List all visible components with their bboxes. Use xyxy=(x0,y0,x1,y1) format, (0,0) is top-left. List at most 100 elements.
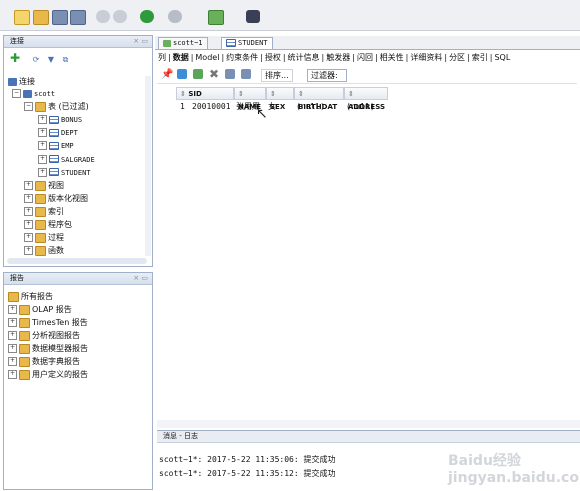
subtab-0[interactable]: 列 xyxy=(157,53,167,62)
tree-node-5[interactable]: + 函数 xyxy=(24,245,64,256)
expand-icon[interactable]: + xyxy=(8,370,17,379)
forward-icon[interactable] xyxy=(168,10,182,23)
reports-pane-header: 报告 × ▭ xyxy=(4,273,152,285)
commit-icon[interactable] xyxy=(225,69,235,79)
schema-icon[interactable]: ⧉ xyxy=(63,55,69,64)
horizontal-scrollbar[interactable] xyxy=(7,258,147,264)
rollback-icon[interactable] xyxy=(241,69,251,79)
tree-report-1[interactable]: + TimesTen 报告 xyxy=(8,317,88,328)
tree-table-bonus[interactable]: + BONUS xyxy=(38,114,82,125)
close-icon[interactable]: × ▭ xyxy=(133,273,148,284)
column-header-sid[interactable]: ⇕ SID xyxy=(176,87,234,100)
tree-node-0[interactable]: + 视图 xyxy=(24,180,64,191)
subtab-6[interactable]: 触发器 xyxy=(325,53,351,62)
row-number[interactable]: 1 xyxy=(180,101,185,112)
table-icon xyxy=(226,39,236,47)
expand-icon[interactable]: + xyxy=(24,220,33,229)
expand-icon[interactable]: + xyxy=(38,141,47,151)
tree-table-emp[interactable]: + EMP xyxy=(38,140,74,151)
tree-table-student[interactable]: + STUDENT xyxy=(38,167,91,178)
collapse-icon[interactable]: − xyxy=(12,89,21,98)
expand-icon[interactable]: + xyxy=(8,344,17,353)
find-icon[interactable] xyxy=(246,10,260,23)
subtab-10[interactable]: 分区 xyxy=(448,53,466,62)
tree-root-connections[interactable]: 连接 xyxy=(8,76,35,87)
tree-table-dept[interactable]: + DEPT xyxy=(38,127,78,138)
new-icon[interactable] xyxy=(14,10,30,25)
undo-icon[interactable] xyxy=(96,10,110,23)
expand-icon[interactable]: + xyxy=(24,246,33,255)
grid-horizontal-scrollbar[interactable] xyxy=(157,420,580,428)
subtab-4[interactable]: 授权 xyxy=(264,53,282,62)
tree-node-label: 视图 xyxy=(48,181,64,190)
expand-icon[interactable]: + xyxy=(24,207,33,216)
expand-icon[interactable]: + xyxy=(24,181,33,190)
subtab-9[interactable]: 详细资料 xyxy=(409,53,443,62)
folder-icon xyxy=(35,180,46,191)
refresh-icon[interactable]: ⟳ xyxy=(33,55,40,64)
expand-icon[interactable]: + xyxy=(8,305,17,314)
back-icon[interactable] xyxy=(140,10,154,23)
tree-table-salgrade[interactable]: + SALGRADE xyxy=(38,154,95,165)
pin-icon[interactable]: 📌 xyxy=(161,69,173,80)
sort-button[interactable]: 排序... xyxy=(261,69,293,82)
refresh-icon[interactable] xyxy=(177,69,187,79)
sql-icon[interactable] xyxy=(208,10,224,25)
save-icon[interactable] xyxy=(52,10,68,25)
tree-all-reports[interactable]: 所有报告 xyxy=(8,291,53,302)
tree-node-3[interactable]: + 程序包 xyxy=(24,219,72,230)
tab-student[interactable]: STUDENT xyxy=(221,37,273,49)
table-cell[interactable]: (null) xyxy=(346,101,375,112)
subtab-3[interactable]: 约束条件 xyxy=(225,53,259,62)
table-cell[interactable]: 20010001 xyxy=(192,101,231,112)
tree-node-2[interactable]: + 索引 xyxy=(24,206,64,217)
tree-report-5[interactable]: + 用户定义的报告 xyxy=(8,369,88,380)
filter-icon[interactable]: ▼ xyxy=(48,55,54,64)
subtab-1[interactable]: 数据 xyxy=(172,53,190,62)
close-icon[interactable]: × ▭ xyxy=(133,36,148,47)
insert-row-icon[interactable] xyxy=(193,69,203,79)
expand-icon[interactable]: + xyxy=(24,194,33,203)
subtab-12[interactable]: SQL xyxy=(493,53,511,62)
expand-icon[interactable]: + xyxy=(38,154,47,164)
expand-icon[interactable]: + xyxy=(8,318,17,327)
tree-report-3[interactable]: + 数据模型器报告 xyxy=(8,343,88,354)
delete-row-icon[interactable]: ✖ xyxy=(209,67,219,81)
column-header-birthdat[interactable]: ⇕ BIRTHDAT xyxy=(294,87,344,111)
table-cell[interactable]: (null) xyxy=(296,101,325,112)
subtab-7[interactable]: 闪回 xyxy=(356,53,374,62)
grid-toolbar: 📌 ✖ 排序... 过滤器: xyxy=(157,67,577,84)
tab-student-label: STUDENT xyxy=(238,39,268,47)
redo-icon[interactable] xyxy=(113,10,127,23)
tree-node-1[interactable]: + 版本化视图 xyxy=(24,193,88,204)
column-header-address[interactable]: ⇕ ADDRESS xyxy=(344,87,388,111)
subtab-2[interactable]: Model xyxy=(194,53,220,62)
filter-input[interactable]: 过滤器: xyxy=(307,69,347,82)
expand-icon[interactable]: + xyxy=(38,167,47,177)
subtab-11[interactable]: 索引 xyxy=(471,53,489,62)
column-header-label: SID xyxy=(188,90,202,98)
expand-icon[interactable]: + xyxy=(38,115,47,124)
subtab-8[interactable]: 相关性 xyxy=(379,53,405,62)
tree-report-2[interactable]: + 分析视图报告 xyxy=(8,330,80,341)
tab-scott[interactable]: scott~1 xyxy=(158,37,208,49)
save-all-icon[interactable] xyxy=(70,10,86,25)
expand-icon[interactable]: + xyxy=(38,128,47,138)
tree-connection-scott[interactable]: − scott xyxy=(12,88,55,99)
add-connection-icon[interactable]: ✚ xyxy=(10,51,20,65)
tree-report-4[interactable]: + 数据字典报告 xyxy=(8,356,80,367)
tree-tables-node[interactable]: − 表 (已过滤) xyxy=(24,101,89,112)
vertical-scrollbar[interactable] xyxy=(145,76,151,256)
table-cell[interactable]: 女 xyxy=(268,101,276,112)
editor-tab-strip: scott~1 STUDENT xyxy=(155,36,580,50)
column-header-name[interactable]: ⇕ NAME xyxy=(234,87,266,111)
tree-report-0[interactable]: + OLAP 报告 xyxy=(8,304,72,315)
subtab-5[interactable]: 统计信息 xyxy=(287,53,321,62)
collapse-icon[interactable]: − xyxy=(24,102,33,111)
open-icon[interactable] xyxy=(33,10,49,25)
column-header-sex[interactable]: ⇕ SEX xyxy=(266,87,294,111)
expand-icon[interactable]: + xyxy=(8,357,17,366)
expand-icon[interactable]: + xyxy=(8,331,17,340)
tree-node-4[interactable]: + 过程 xyxy=(24,232,64,243)
expand-icon[interactable]: + xyxy=(24,233,33,242)
